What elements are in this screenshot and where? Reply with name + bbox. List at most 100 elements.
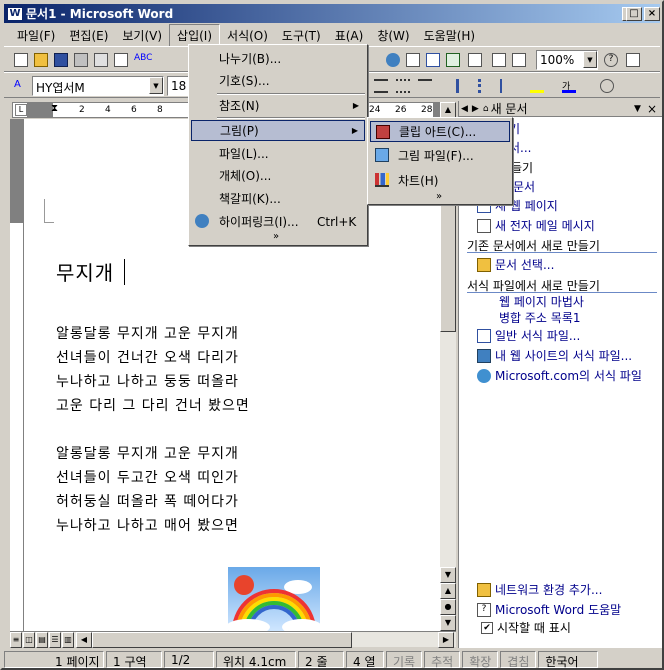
submenu-item-chart[interactable]: 차트(H) (370, 170, 510, 191)
clip-art-icon (376, 125, 390, 139)
close-button[interactable]: × (644, 7, 660, 21)
menu-format[interactable]: 서식(O) (220, 25, 275, 46)
my-web-templates-link[interactable]: 내 웹 사이트의 서식 파일... (477, 347, 632, 364)
zoom-select[interactable]: 100% ▼ (536, 50, 598, 70)
print-icon[interactable] (92, 51, 110, 69)
word-help-link[interactable]: ? Microsoft Word 도움말 (477, 601, 621, 618)
menu-item-symbol[interactable]: 기호(S)... (191, 70, 365, 91)
menu-item-picture[interactable]: 그림(P) ▶ (191, 120, 365, 141)
rainbow-clipart-image[interactable] (228, 567, 320, 631)
doc-map-icon[interactable] (510, 51, 528, 69)
maximize-button[interactable]: □ (626, 7, 642, 21)
bullets-icon[interactable] (476, 77, 494, 95)
shortcut-label: Ctrl+K (317, 214, 357, 229)
status-rec[interactable]: 기록 (386, 651, 423, 668)
save-icon[interactable] (52, 51, 70, 69)
justify-icon[interactable] (372, 77, 390, 95)
web-wizard-link[interactable]: 웹 페이지 마법사 (499, 293, 584, 310)
window-title: 문서1 - Microsoft Word (26, 7, 174, 21)
expand-submenu-icon[interactable]: » (436, 191, 442, 202)
task-pane-close-icon[interactable]: × (647, 102, 657, 116)
new-email-link[interactable]: 새 전자 메일 메시지 (477, 217, 595, 234)
distributed-icon[interactable] (394, 77, 412, 95)
menu-item-hyperlink[interactable]: 하이퍼링크(I)... Ctrl+K (191, 211, 365, 232)
tables-icon[interactable] (404, 51, 422, 69)
menu-item-object[interactable]: 개체(O)... (191, 165, 365, 186)
forward-arrow-icon[interactable]: ▶ (472, 104, 479, 114)
checkbox-checked[interactable]: ✔ (481, 621, 493, 634)
highlight-icon[interactable] (528, 77, 546, 95)
select-browse-button[interactable]: ● (440, 599, 456, 615)
menu-help[interactable]: 도움말(H) (417, 25, 483, 46)
columns-icon[interactable] (466, 51, 484, 69)
word-doc-icon[interactable]: W (7, 6, 23, 21)
prev-page-button[interactable]: ▲ (440, 583, 456, 599)
h-scroll-thumb[interactable] (92, 632, 352, 648)
back-arrow-icon[interactable]: ◀ (461, 104, 468, 114)
web-view-icon[interactable]: ◫ (23, 632, 35, 648)
reading-view-icon[interactable]: ▥ (62, 632, 74, 648)
spelling-icon[interactable]: ABC (132, 51, 152, 69)
scroll-down-button[interactable]: ▼ (440, 567, 456, 583)
choose-document-link[interactable]: 문서 선택... (477, 256, 554, 273)
help-icon[interactable]: ? (602, 51, 620, 69)
expand-menu-icon[interactable]: » (273, 231, 279, 242)
horizontal-scrollbar[interactable]: ≡ ◫ ▤ ☰ ▥ ◀ ▶ (10, 631, 456, 648)
new-icon[interactable] (12, 51, 30, 69)
normal-view-icon[interactable]: ≡ (10, 632, 22, 648)
submenu-item-picture-file[interactable]: 그림 파일(F)... (370, 145, 510, 166)
menu-item-file[interactable]: 파일(L)... (191, 143, 365, 164)
font-size-select[interactable]: 18 (167, 76, 189, 96)
menu-table[interactable]: 표(A) (328, 25, 371, 46)
menu-item-bookmark[interactable]: 책갈피(K)... (191, 188, 365, 209)
char-shading-icon[interactable] (598, 77, 616, 95)
styles-icon[interactable]: A (12, 77, 30, 95)
general-templates-link[interactable]: 일반 서식 파일... (477, 327, 580, 344)
font-select[interactable]: HY엽서M ▼ (32, 76, 164, 96)
merge-list-link[interactable]: 병합 주소 목록1 (499, 309, 581, 326)
menu-item-break[interactable]: 나누기(B)... (191, 48, 365, 69)
open-icon[interactable] (32, 51, 50, 69)
read-icon[interactable] (624, 51, 642, 69)
scroll-up-button[interactable]: ▲ (440, 102, 456, 118)
status-pages: 1/2 (164, 651, 214, 668)
menu-file[interactable]: 파일(F) (10, 25, 62, 46)
menu-edit[interactable]: 편집(E) (62, 25, 115, 46)
home-icon[interactable]: ⌂ (483, 104, 489, 114)
web-folder-icon (477, 348, 491, 363)
drawing-icon[interactable] (490, 51, 508, 69)
tab-selector[interactable]: L (15, 104, 27, 116)
font-color-icon[interactable]: 가 (560, 77, 578, 95)
dropdown-icon[interactable]: ▼ (634, 104, 641, 114)
show-at-startup[interactable]: ✔ 시작할 때 표시 (481, 619, 571, 636)
outline-view-icon[interactable]: ☰ (49, 632, 61, 648)
numbering-icon[interactable] (454, 77, 472, 95)
indent-marker-icon[interactable]: ⧗ (51, 103, 58, 114)
status-ext[interactable]: 확장 (462, 651, 499, 668)
title-bar: W 문서1 - Microsoft Word _ □ × (4, 4, 660, 23)
menu-item-reference[interactable]: 참조(N) ▶ (191, 95, 365, 116)
menu-view[interactable]: 보기(V) (115, 25, 169, 46)
add-network-place-link[interactable]: 네트워크 환경 추가... (477, 581, 602, 598)
blank-doc-link[interactable]: 문서 (513, 178, 535, 195)
menu-window[interactable]: 창(W) (370, 25, 416, 46)
vertical-ruler[interactable] (10, 119, 24, 631)
scroll-right-button[interactable]: ▶ (438, 632, 454, 648)
next-page-button[interactable]: ▼ (440, 615, 456, 631)
menu-tools[interactable]: 도구(T) (275, 25, 328, 46)
status-trk[interactable]: 추적 (424, 651, 461, 668)
decrease-indent-icon[interactable] (498, 77, 516, 95)
print-preview-icon[interactable] (112, 51, 130, 69)
print-view-icon[interactable]: ▤ (36, 632, 48, 648)
line-spacing-icon[interactable] (416, 77, 434, 95)
hyperlink-toolbar-icon[interactable] (384, 51, 402, 69)
insert-excel-icon[interactable] (444, 51, 462, 69)
insert-table-icon[interactable] (424, 51, 442, 69)
text-cursor (124, 259, 125, 285)
status-ovr[interactable]: 겹침 (500, 651, 537, 668)
ms-templates-link[interactable]: Microsoft.com의 서식 파일 (477, 367, 642, 384)
scroll-thumb[interactable] (440, 202, 456, 332)
submenu-item-clipart[interactable]: 클립 아트(C)... (370, 121, 510, 142)
scroll-left-button[interactable]: ◀ (76, 632, 92, 648)
permission-icon[interactable] (72, 51, 90, 69)
